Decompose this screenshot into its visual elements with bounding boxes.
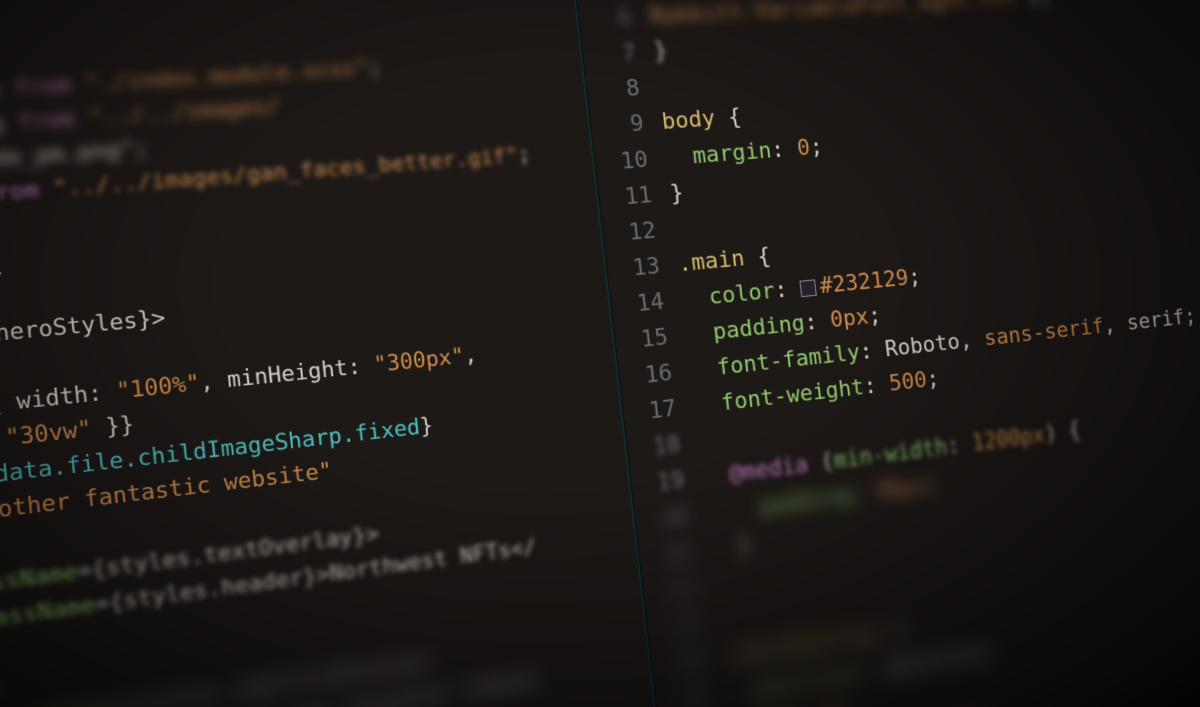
line-number: 20 [641,499,690,541]
line-number: 21 [645,535,694,577]
line-number: 5 [581,0,630,3]
line-number: 13 [613,249,662,289]
editor-stage: import * as styles from "./index.module.… [0,0,1200,707]
line-number: 10 [601,142,650,181]
css-code-block[interactable]: font-family: "Rokkitt"; src: url("../fon… [640,0,1200,707]
line-number: 11 [605,178,654,217]
line-number: 25 [662,680,711,707]
line-number: 23 [654,607,703,650]
line-number: 15 [621,320,670,360]
line-number: 17 [629,392,678,433]
line-number: 6 [585,1,634,39]
jsx-code-block[interactable]: import * as styles from "./index.module.… [0,40,665,707]
line-number: 18 [633,427,682,468]
line-number: 8 [593,72,642,110]
line-number: 22 [650,571,699,614]
line-number: 14 [617,284,666,324]
line-number: 16 [625,356,674,397]
right-editor-pane[interactable]: 4567891011121314151617181920212223242526… [565,0,1200,707]
line-number: 9 [597,107,646,146]
line-number: 19 [637,463,686,505]
line-number: 24 [658,643,707,686]
line-number: 7 [589,36,638,74]
line-number: 12 [609,213,658,253]
